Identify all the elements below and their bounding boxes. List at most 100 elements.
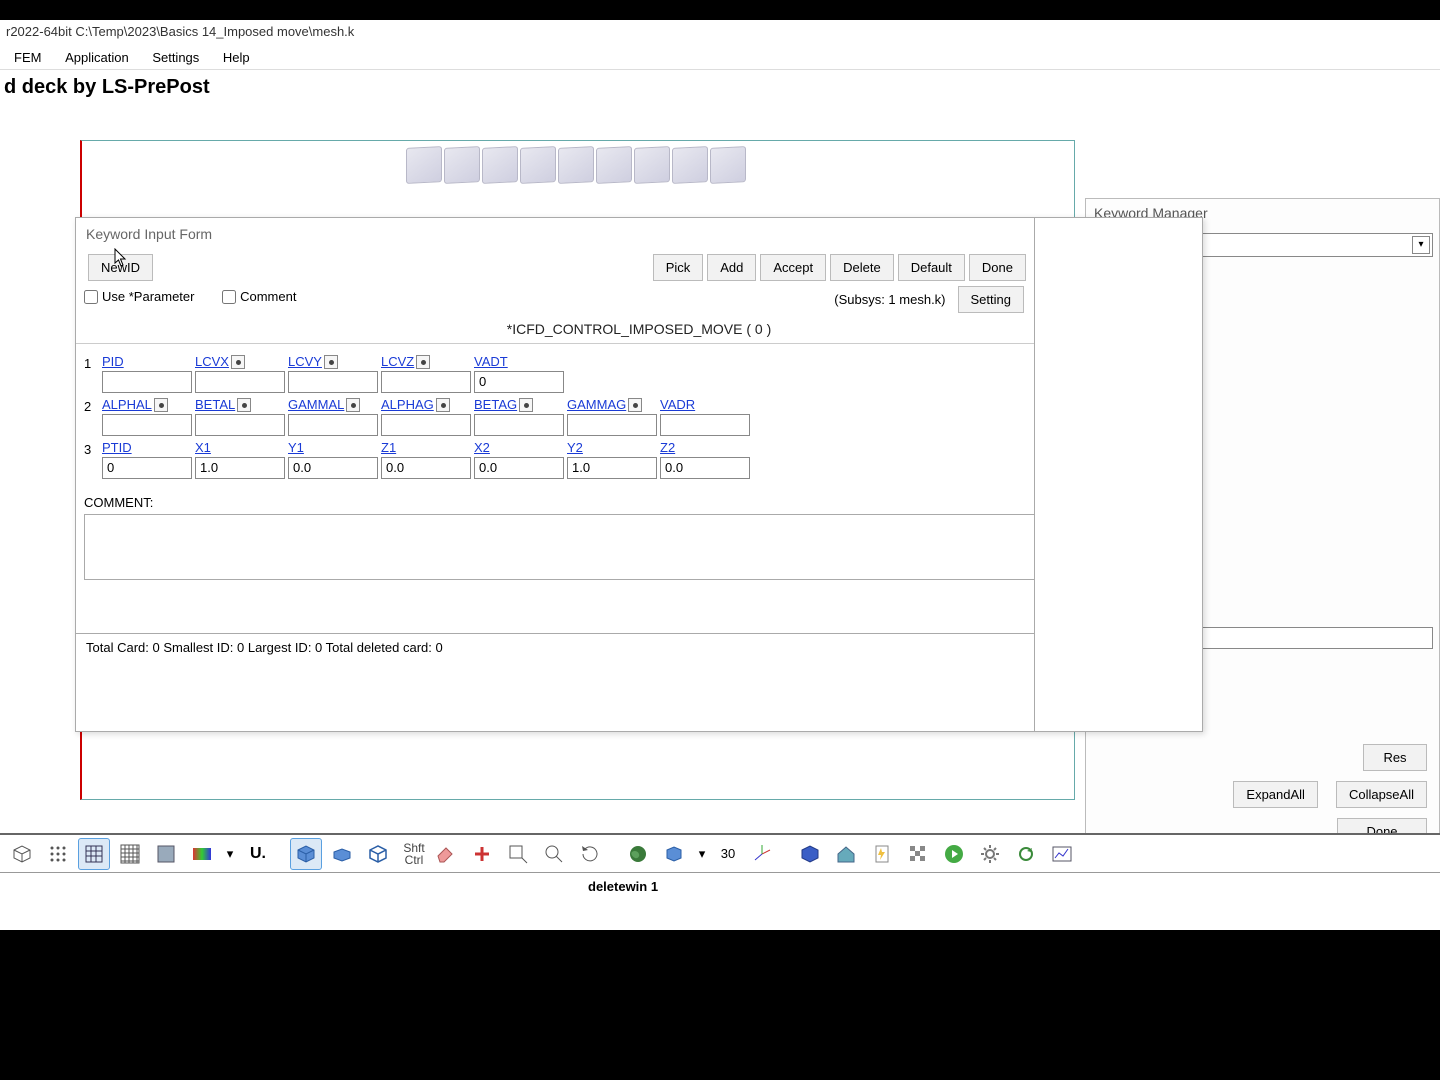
lightning-file-icon[interactable]: [866, 838, 898, 870]
delete-button[interactable]: Delete: [830, 254, 894, 281]
chart-window-icon[interactable]: [1046, 838, 1078, 870]
newid-button[interactable]: NewID: [88, 254, 153, 281]
field-input-gammag[interactable]: [567, 414, 657, 436]
link-dot-icon[interactable]: [519, 398, 533, 412]
field-label-betal[interactable]: BETAL: [195, 397, 235, 414]
field-input-alphal[interactable]: [102, 414, 192, 436]
field-label-x2[interactable]: X2: [474, 440, 490, 457]
field-label-alphal[interactable]: ALPHAL: [102, 397, 152, 414]
field-label-x1[interactable]: X1: [195, 440, 211, 457]
view-cube-icon[interactable]: [558, 146, 594, 184]
field-input-vadt[interactable]: [474, 371, 564, 393]
menu-help[interactable]: Help: [213, 48, 260, 67]
zoom-search-icon[interactable]: [538, 838, 570, 870]
chevron-down-icon[interactable]: ▾: [1412, 236, 1430, 254]
field-label-alphag[interactable]: ALPHAG: [381, 397, 434, 414]
done-button[interactable]: Done: [969, 254, 1026, 281]
field-input-pid[interactable]: [102, 371, 192, 393]
view-cube-icon[interactable]: [672, 146, 708, 184]
outline-cube-icon[interactable]: [362, 838, 394, 870]
comment-checkbox[interactable]: Comment: [222, 289, 296, 304]
field-label-y1[interactable]: Y1: [288, 440, 304, 457]
field-label-lcvz[interactable]: LCVZ: [381, 354, 414, 371]
link-dot-icon[interactable]: [324, 355, 338, 369]
mesh-dense-icon[interactable]: [114, 838, 146, 870]
view-cube-icon[interactable]: [444, 146, 480, 184]
angle-value[interactable]: 30: [714, 838, 742, 870]
view-cube-icon[interactable]: [710, 146, 746, 184]
field-label-vadr[interactable]: VADR: [660, 397, 695, 414]
field-input-vadr[interactable]: [660, 414, 750, 436]
field-input-lcvx[interactable]: [195, 371, 285, 393]
home-icon[interactable]: [830, 838, 862, 870]
view-cube-icon[interactable]: [520, 146, 556, 184]
checker-icon[interactable]: [902, 838, 934, 870]
blue-cube-icon[interactable]: [794, 838, 826, 870]
view-cube-icon[interactable]: [634, 146, 670, 184]
link-dot-icon[interactable]: [154, 398, 168, 412]
axes-icon[interactable]: [746, 838, 778, 870]
refresh-gear-icon[interactable]: [1010, 838, 1042, 870]
view-cube-icon[interactable]: [596, 146, 632, 184]
expand-all-button[interactable]: ExpandAll: [1233, 781, 1318, 808]
field-label-z2[interactable]: Z2: [660, 440, 675, 457]
field-label-ptid[interactable]: PTID: [102, 440, 132, 457]
default-button[interactable]: Default: [898, 254, 965, 281]
view-cube-icon[interactable]: [406, 146, 442, 184]
field-label-lcvy[interactable]: LCVY: [288, 354, 322, 371]
field-input-y1[interactable]: [288, 457, 378, 479]
shaded-mesh-icon[interactable]: [150, 838, 182, 870]
field-input-z1[interactable]: [381, 457, 471, 479]
plus-icon[interactable]: [466, 838, 498, 870]
perspective-cube-icon[interactable]: [658, 838, 690, 870]
field-input-ptid[interactable]: [102, 457, 192, 479]
link-dot-icon[interactable]: [231, 355, 245, 369]
entity-list-pane[interactable]: [1034, 218, 1202, 731]
setting-button[interactable]: Setting: [958, 286, 1024, 313]
accept-button[interactable]: Accept: [760, 254, 826, 281]
field-input-z2[interactable]: [660, 457, 750, 479]
add-button[interactable]: Add: [707, 254, 756, 281]
pick-button[interactable]: Pick: [653, 254, 704, 281]
reset-button[interactable]: Res: [1363, 744, 1427, 771]
field-input-y2[interactable]: [567, 457, 657, 479]
half-cube-icon[interactable]: [326, 838, 358, 870]
mesh-grid-icon[interactable]: [78, 838, 110, 870]
field-label-pid[interactable]: PID: [102, 354, 124, 371]
field-label-betag[interactable]: BETAG: [474, 397, 517, 414]
field-input-lcvz[interactable]: [381, 371, 471, 393]
points-icon[interactable]: [42, 838, 74, 870]
menu-settings[interactable]: Settings: [142, 48, 209, 67]
field-label-lcvx[interactable]: LCVX: [195, 354, 229, 371]
view-cube-icon[interactable]: [482, 146, 518, 184]
menu-fem[interactable]: FEM: [4, 48, 51, 67]
menu-application[interactable]: Application: [55, 48, 139, 67]
link-dot-icon[interactable]: [346, 398, 360, 412]
field-input-x1[interactable]: [195, 457, 285, 479]
field-label-vadt[interactable]: VADT: [474, 354, 508, 371]
dropdown-icon[interactable]: ▾: [222, 838, 238, 870]
dropdown-icon[interactable]: ▾: [694, 838, 710, 870]
unreferenced-icon[interactable]: U.: [242, 838, 274, 870]
collapse-all-button[interactable]: CollapseAll: [1336, 781, 1427, 808]
link-dot-icon[interactable]: [628, 398, 642, 412]
field-label-y2[interactable]: Y2: [567, 440, 583, 457]
field-input-betag[interactable]: [474, 414, 564, 436]
eraser-icon[interactable]: [430, 838, 462, 870]
solid-cube-icon[interactable]: [290, 838, 322, 870]
play-icon[interactable]: [938, 838, 970, 870]
field-label-gammal[interactable]: GAMMAL: [288, 397, 344, 414]
color-contour-icon[interactable]: [186, 838, 218, 870]
field-input-alphag[interactable]: [381, 414, 471, 436]
link-dot-icon[interactable]: [436, 398, 450, 412]
field-input-lcvy[interactable]: [288, 371, 378, 393]
link-dot-icon[interactable]: [416, 355, 430, 369]
wireframe-cube-icon[interactable]: [6, 838, 38, 870]
use-parameter-checkbox[interactable]: Use *Parameter: [84, 289, 194, 304]
field-input-x2[interactable]: [474, 457, 564, 479]
comment-textarea[interactable]: ▲ ▼: [84, 514, 1194, 580]
link-dot-icon[interactable]: [237, 398, 251, 412]
gear-icon[interactable]: [974, 838, 1006, 870]
zoom-box-icon[interactable]: [502, 838, 534, 870]
globe-icon[interactable]: [622, 838, 654, 870]
